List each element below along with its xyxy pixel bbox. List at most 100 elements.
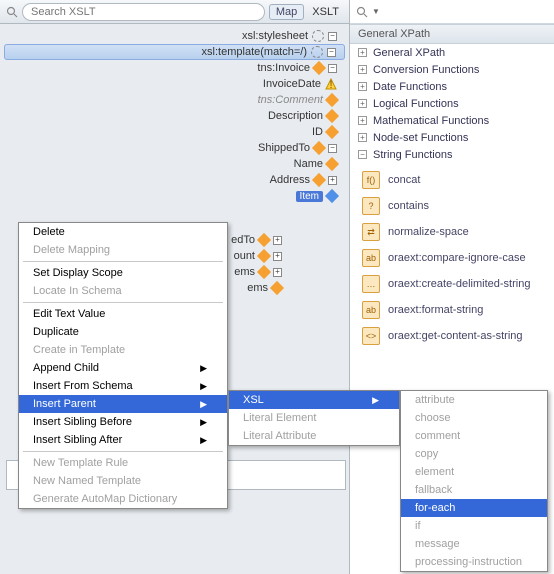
xslt-search-input[interactable] bbox=[22, 3, 265, 21]
tab-map[interactable]: Map bbox=[269, 4, 304, 20]
menu-label: message bbox=[415, 538, 460, 550]
tree-label: tns:Comment bbox=[258, 94, 323, 106]
menu-label: element bbox=[415, 466, 454, 478]
submenu-arrow-icon: ▶ bbox=[200, 381, 207, 392]
element-icon bbox=[270, 281, 284, 295]
expander-icon[interactable]: − bbox=[358, 150, 367, 159]
menu-item: processing-instruction bbox=[401, 553, 547, 571]
menu-label: Insert Sibling After bbox=[33, 434, 122, 446]
menu-item: Literal Element bbox=[229, 409, 399, 427]
category-label: Conversion Functions bbox=[373, 64, 479, 76]
category-item[interactable]: +Node-set Functions bbox=[350, 129, 554, 146]
submenu-arrow-icon: ▶ bbox=[200, 363, 207, 374]
menu-item[interactable]: Insert Sibling Before▶ bbox=[19, 413, 227, 431]
tree-node[interactable]: xsl:template(match=/)− bbox=[4, 44, 345, 60]
menu-label: comment bbox=[415, 430, 460, 442]
category-item[interactable]: + Date Functions bbox=[350, 78, 554, 95]
expander-icon[interactable]: + bbox=[358, 82, 367, 91]
category-label: Logical Functions bbox=[373, 98, 459, 110]
warning-icon: ! bbox=[325, 78, 337, 90]
expander-icon[interactable]: − bbox=[327, 48, 336, 57]
tree-node[interactable]: tns:Comment bbox=[4, 92, 345, 108]
function-label: oraext:create-delimited-string bbox=[388, 278, 530, 290]
tree-node[interactable]: Name bbox=[4, 156, 345, 172]
function-label: oraext:get-content-as-string bbox=[388, 330, 523, 342]
category-item[interactable]: + Conversion Functions bbox=[350, 61, 554, 78]
tree-node[interactable]: Address+ bbox=[4, 172, 345, 188]
function-item[interactable]: aboraext:format-string bbox=[358, 297, 546, 323]
menu-item[interactable]: Edit Text Value bbox=[19, 305, 227, 323]
function-label: oraext:format-string bbox=[388, 304, 483, 316]
submenu-arrow-icon: ▶ bbox=[200, 399, 207, 410]
context-menu-main[interactable]: Delete Delete Mapping Set Display ScopeLoc… bbox=[18, 222, 228, 509]
function-item[interactable]: ?contains bbox=[358, 193, 546, 219]
menu-item[interactable]: Insert Parent▶ bbox=[19, 395, 227, 413]
expander-icon[interactable]: + bbox=[328, 176, 337, 185]
menu-item[interactable]: for-each bbox=[401, 499, 547, 517]
category-list: +General XPath+Conversion Functions+Date… bbox=[350, 44, 554, 163]
function-item[interactable]: ⇄normalize-space bbox=[358, 219, 546, 245]
menu-label: if bbox=[415, 520, 421, 532]
dropdown-icon[interactable]: ▼ bbox=[372, 7, 380, 16]
tab-xslt[interactable]: XSLT bbox=[308, 4, 343, 20]
tree-node[interactable]: ID bbox=[4, 124, 345, 140]
menu-label: New Template Rule bbox=[33, 457, 128, 469]
tree-node[interactable]: tns:Invoice− bbox=[4, 60, 345, 76]
menu-label: processing-instruction bbox=[415, 556, 522, 568]
tree-node[interactable]: xsl:stylesheet− bbox=[4, 28, 345, 44]
menu-label: Edit Text Value bbox=[33, 308, 105, 320]
expander-icon[interactable]: − bbox=[328, 64, 337, 73]
context-menu-insert-parent[interactable]: XSL▶Literal ElementLiteral Attribute bbox=[228, 390, 400, 446]
element-icon bbox=[325, 125, 339, 139]
function-icon: ? bbox=[362, 197, 380, 215]
function-item[interactable]: <>oraext:get-content-as-string bbox=[358, 323, 546, 349]
function-item[interactable]: f()concat bbox=[358, 167, 546, 193]
expander-icon[interactable]: − bbox=[328, 32, 337, 41]
menu-item[interactable]: Set Display Scope bbox=[19, 264, 227, 282]
expander-icon[interactable]: + bbox=[358, 48, 367, 57]
tree-label: Name bbox=[294, 158, 323, 170]
tree-node[interactable]: ems bbox=[220, 280, 290, 296]
tree-node[interactable]: ShippedTo − bbox=[4, 140, 345, 156]
menu-item[interactable]: XSL▶ bbox=[229, 391, 399, 409]
menu-label: attribute bbox=[415, 394, 455, 406]
category-item[interactable]: + Logical Functions bbox=[350, 95, 554, 112]
menu-item[interactable]: Append Child▶ bbox=[19, 359, 227, 377]
expander-icon[interactable]: + bbox=[358, 116, 367, 125]
xslt-tree[interactable]: xsl:stylesheet−xsl:template(match=/)−tns… bbox=[0, 24, 349, 224]
menu-item: fallback bbox=[401, 481, 547, 499]
tree-node[interactable]: Item bbox=[4, 188, 345, 204]
menu-item[interactable]: Insert From Schema▶ bbox=[19, 377, 227, 395]
menu-item[interactable]: Duplicate bbox=[19, 323, 227, 341]
search-icon bbox=[6, 6, 18, 18]
menu-label: Delete Mapping bbox=[33, 244, 110, 256]
expander-icon[interactable]: + bbox=[273, 268, 282, 277]
context-menu-xsl[interactable]: attributechoosecommentcopyelementfallbac… bbox=[400, 390, 548, 572]
expander-icon[interactable]: + bbox=[358, 133, 367, 142]
menu-item: Locate In Schema bbox=[19, 282, 227, 300]
menu-item[interactable]: Delete bbox=[19, 223, 227, 241]
svg-text:!: ! bbox=[329, 79, 332, 90]
menu-label: Literal Element bbox=[243, 412, 316, 424]
function-item[interactable]: aboraext:compare-ignore-case bbox=[358, 245, 546, 271]
tree-node[interactable]: edTo+ bbox=[220, 232, 290, 248]
menu-label: Create in Template bbox=[33, 344, 125, 356]
expander-icon[interactable]: + bbox=[273, 236, 282, 245]
category-item[interactable]: +General XPath bbox=[350, 44, 554, 61]
element-icon bbox=[325, 157, 339, 171]
expander-icon[interactable]: − bbox=[328, 144, 337, 153]
tree-node[interactable]: Description bbox=[4, 108, 345, 124]
category-label: Date Functions bbox=[373, 81, 447, 93]
tree-node[interactable]: ems+ bbox=[220, 264, 290, 280]
category-item[interactable]: −String Functions bbox=[350, 146, 554, 163]
menu-item: Create in Template bbox=[19, 341, 227, 359]
expander-icon[interactable]: + bbox=[358, 65, 367, 74]
category-item[interactable]: +Mathematical Functions bbox=[350, 112, 554, 129]
tree-label: ShippedTo bbox=[258, 142, 310, 154]
tree-node[interactable]: InvoiceDate! bbox=[4, 76, 345, 92]
expander-icon[interactable]: + bbox=[273, 252, 282, 261]
menu-item[interactable]: Insert Sibling After▶ bbox=[19, 431, 227, 449]
tree-node[interactable]: ount+ bbox=[220, 248, 290, 264]
expander-icon[interactable]: + bbox=[358, 99, 367, 108]
function-item[interactable]: …oraext:create-delimited-string bbox=[358, 271, 546, 297]
